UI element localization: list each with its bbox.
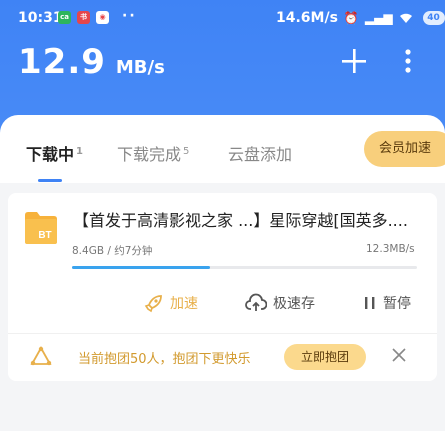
- alarm-icon: ⏰: [343, 11, 359, 25]
- notification-icons: ca 书 ◉: [58, 11, 109, 24]
- signal-icon: ▂▄▆: [364, 11, 393, 25]
- rocket-icon: [144, 295, 162, 313]
- tab-downloading[interactable]: 下载中 1: [26, 141, 83, 165]
- tab-label: 云盘添加: [228, 145, 293, 164]
- more-notifications-icon: ··: [122, 8, 137, 24]
- tab-label: 下载完成: [117, 145, 182, 164]
- app-notification-icon: ca: [58, 11, 71, 24]
- net-speed: 14.6M/s: [276, 10, 338, 26]
- active-tab-indicator: [38, 179, 62, 182]
- file-type-label: BT: [38, 230, 51, 241]
- download-speed: 12.3MB/s: [366, 243, 415, 255]
- pause-label: 暂停: [383, 296, 411, 312]
- join-group-button[interactable]: 立即抱团: [284, 344, 366, 370]
- group-promo-bar: 当前抱团50人，抱团下更快乐 立即抱团: [8, 338, 437, 376]
- progress-bar: [72, 266, 417, 269]
- status-right: 14.6M/s ⏰ ▂▄▆ 40: [276, 10, 445, 26]
- wifi-icon: [399, 13, 412, 23]
- pause-icon: [365, 297, 375, 309]
- pause-button[interactable]: 暂停: [363, 293, 411, 313]
- size-eta: 8.4GB / 约7分钟: [72, 245, 153, 257]
- app-notification-icon: ◉: [96, 11, 109, 24]
- quick-save-button[interactable]: 极速存: [245, 293, 315, 313]
- promo-text: 当前抱团50人，抱团下更快乐: [78, 352, 251, 367]
- progress-fill: [72, 266, 210, 269]
- total-speed: 12.9 MB/s: [18, 42, 165, 82]
- close-icon[interactable]: [390, 346, 408, 364]
- group-icon: [30, 346, 52, 366]
- card-divider: [8, 333, 437, 334]
- speed-value: 12.9: [18, 42, 106, 82]
- bt-file-icon: BT: [25, 212, 57, 244]
- tab-count: 1: [76, 145, 83, 157]
- tab-count: 5: [183, 145, 190, 157]
- accelerate-button[interactable]: 加速: [144, 293, 198, 313]
- battery-icon: 40: [422, 11, 445, 25]
- file-name: 【首发于高清影视之家 ...】星际穿越[国英多....: [73, 211, 408, 230]
- cloud-upload-icon: [245, 293, 267, 311]
- tab-completed[interactable]: 下载完成 5: [117, 141, 189, 165]
- speed-unit: MB/s: [115, 57, 165, 78]
- accelerate-label: 加速: [170, 296, 198, 312]
- download-actions: 加速 极速存 暂停: [8, 285, 437, 323]
- tab-label: 下载中: [26, 145, 75, 164]
- vip-accelerate-button[interactable]: 会员加速: [364, 131, 445, 167]
- app-notification-icon: 书: [77, 11, 90, 24]
- tab-cloud-add[interactable]: 云盘添加: [228, 141, 292, 165]
- plus-icon[interactable]: [339, 46, 369, 76]
- quick-save-label: 极速存: [273, 296, 315, 312]
- download-card[interactable]: BT 【首发于高清影视之家 ...】星际穿越[国英多.... 8.4GB / 约…: [8, 193, 437, 381]
- status-bar: 10:31 ca 书 ◉ ·· 14.6M/s ⏰ ▂▄▆ 40: [0, 0, 445, 38]
- status-time: 10:31: [18, 10, 63, 26]
- more-vertical-icon[interactable]: [398, 46, 418, 76]
